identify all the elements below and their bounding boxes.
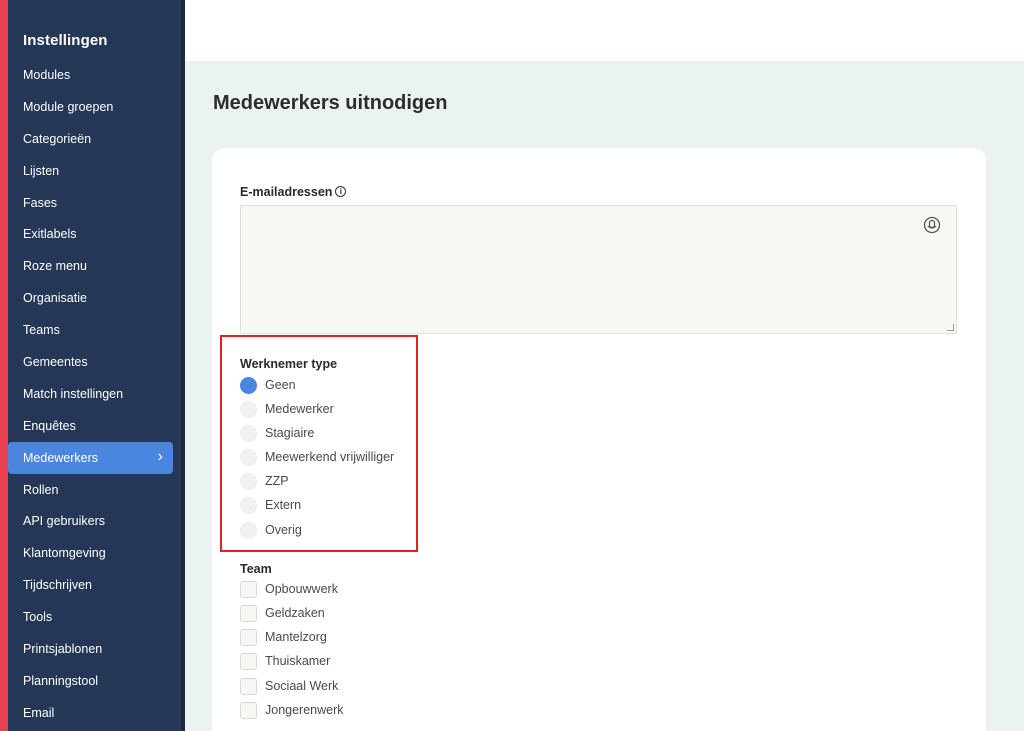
page-title: Medewerkers uitnodigen bbox=[213, 92, 448, 114]
radio-label: Geen bbox=[265, 378, 296, 392]
sidebar-item-label: Modules bbox=[23, 67, 71, 82]
sidebar-item-teams[interactable]: Teams bbox=[8, 314, 184, 346]
checkbox[interactable] bbox=[240, 677, 257, 695]
sidebar-item-organisatie[interactable]: Organisatie bbox=[8, 282, 184, 314]
radio-button[interactable] bbox=[240, 521, 257, 539]
sidebar-item-label: Teams bbox=[23, 323, 60, 338]
checkbox[interactable] bbox=[240, 652, 257, 670]
radio-button[interactable] bbox=[240, 424, 257, 442]
sidebar-item-label: Exitlabels bbox=[23, 227, 77, 242]
sidebar-item-label: Medewerkers bbox=[23, 450, 99, 465]
sidebar-title: Instellingen bbox=[23, 32, 108, 49]
radio-option-zzp[interactable]: ZZP bbox=[240, 472, 289, 490]
email-field-label: E-mailadressen i bbox=[240, 185, 347, 199]
email-textarea[interactable] bbox=[240, 205, 957, 334]
sidebar-item-exitlabels[interactable]: Exitlabels bbox=[8, 218, 184, 250]
sidebar-item-tijdschrijven[interactable]: Tijdschrijven bbox=[8, 569, 184, 601]
sidebar-item-modules[interactable]: Modules bbox=[8, 59, 184, 91]
email-label-text: E-mailadressen bbox=[240, 185, 333, 199]
radio-button[interactable] bbox=[240, 496, 257, 514]
sidebar-item-lijsten[interactable]: Lijsten bbox=[8, 155, 184, 187]
radio-button[interactable] bbox=[240, 376, 257, 394]
sidebar-item-label: Tools bbox=[23, 610, 53, 625]
sidebar-item-match-instellingen[interactable]: Match instellingen bbox=[8, 378, 184, 410]
sidebar-item-api-gebruikers[interactable]: API gebruikers bbox=[8, 505, 184, 537]
sidebar-item-label: Match instellingen bbox=[23, 386, 124, 401]
radio-option-medewerker[interactable]: Medewerker bbox=[240, 400, 334, 418]
sidebar-item-label: Gemeentes bbox=[23, 354, 88, 369]
sidebar-item-module-groepen[interactable]: Module groepen bbox=[8, 91, 184, 123]
info-icon[interactable]: i bbox=[335, 186, 347, 197]
top-bar bbox=[185, 0, 1024, 62]
sidebar-item-gemeentes[interactable]: Gemeentes bbox=[8, 346, 184, 378]
sidebar-item-rollen[interactable]: Rollen bbox=[8, 474, 184, 506]
checkbox-option-sociaal-werk[interactable]: Sociaal Werk bbox=[240, 677, 338, 695]
checkbox-option-thuiskamer[interactable]: Thuiskamer bbox=[240, 652, 330, 670]
sidebar-item-label: Rollen bbox=[23, 482, 59, 497]
radio-label: Stagiaire bbox=[265, 426, 315, 440]
radio-option-overig[interactable]: Overig bbox=[240, 521, 302, 539]
sidebar-nav: Modules Module groepen Categorieën Lijst… bbox=[8, 59, 184, 729]
sidebar-item-label: Fases bbox=[23, 195, 58, 210]
radio-label: Extern bbox=[265, 498, 302, 512]
checkbox-label: Mantelzorg bbox=[265, 630, 327, 644]
sidebar-item-label: API gebruikers bbox=[23, 514, 105, 529]
radio-button[interactable] bbox=[240, 448, 257, 466]
sidebar-item-medewerkers[interactable]: Medewerkers › bbox=[8, 441, 173, 474]
microphone-icon[interactable] bbox=[923, 216, 941, 234]
sidebar-divider bbox=[181, 0, 185, 731]
sidebar-item-label: Enquêtes bbox=[23, 418, 76, 433]
sidebar-item-label: Roze menu bbox=[23, 259, 87, 274]
checkbox[interactable] bbox=[240, 580, 257, 598]
resize-grip[interactable] bbox=[947, 324, 954, 331]
sidebar-item-label: Tijdschrijven bbox=[23, 578, 93, 593]
checkbox-option-mantelzorg[interactable]: Mantelzorg bbox=[240, 628, 327, 646]
checkbox-label: Opbouwwerk bbox=[265, 582, 338, 596]
sidebar-item-printsjablonen[interactable]: Printsjablonen bbox=[8, 633, 184, 665]
sidebar-item-fases[interactable]: Fases bbox=[8, 187, 184, 219]
sidebar: Instellingen Modules Module groepen Cate… bbox=[8, 0, 184, 731]
checkbox-label: Sociaal Werk bbox=[265, 679, 339, 693]
radio-button[interactable] bbox=[240, 472, 257, 490]
checkbox-option-opbouwwerk[interactable]: Opbouwwerk bbox=[240, 580, 338, 598]
radio-label: ZZP bbox=[265, 474, 289, 488]
radio-option-extern[interactable]: Extern bbox=[240, 496, 301, 514]
radio-option-stagiaire[interactable]: Stagiaire bbox=[240, 424, 314, 442]
sidebar-item-enquetes[interactable]: Enquêtes bbox=[8, 410, 184, 442]
sidebar-item-label: Klantomgeving bbox=[23, 546, 106, 561]
checkbox[interactable] bbox=[240, 604, 257, 622]
checkbox-label: Geldzaken bbox=[265, 606, 325, 620]
chevron-right-icon: › bbox=[157, 447, 163, 465]
checkbox-option-geldzaken[interactable]: Geldzaken bbox=[240, 604, 325, 622]
radio-label: Overig bbox=[265, 523, 302, 537]
radio-label: Medewerker bbox=[265, 402, 334, 416]
sidebar-item-tools[interactable]: Tools bbox=[8, 601, 184, 633]
sidebar-item-label: Module groepen bbox=[23, 99, 114, 114]
sidebar-item-email[interactable]: Email bbox=[8, 697, 184, 729]
sidebar-item-label: Categorieën bbox=[23, 131, 92, 146]
team-label: Team bbox=[240, 562, 272, 576]
sidebar-item-roze-menu[interactable]: Roze menu bbox=[8, 250, 184, 282]
radio-option-geen[interactable]: Geen bbox=[240, 376, 296, 394]
sidebar-item-label: Lijsten bbox=[23, 163, 60, 178]
sidebar-item-label: Organisatie bbox=[23, 291, 87, 306]
radio-button[interactable] bbox=[240, 400, 257, 418]
checkbox-option-jongerenwerk[interactable]: Jongerenwerk bbox=[240, 701, 344, 719]
checkbox[interactable] bbox=[240, 628, 257, 646]
checkbox-label: Thuiskamer bbox=[265, 654, 331, 668]
employee-type-label: Werknemer type bbox=[240, 357, 338, 371]
checkbox-label: Jongerenwerk bbox=[265, 703, 344, 717]
checkbox[interactable] bbox=[240, 701, 257, 719]
sidebar-item-label: Planningstool bbox=[23, 673, 99, 688]
brand-accent-strip bbox=[0, 0, 8, 731]
sidebar-item-categorieen[interactable]: Categorieën bbox=[8, 123, 184, 155]
sidebar-item-label: Printsjablonen bbox=[23, 641, 103, 656]
radio-label: Meewerkend vrijwilliger bbox=[265, 450, 395, 464]
sidebar-item-klantomgeving[interactable]: Klantomgeving bbox=[8, 537, 184, 569]
radio-option-meewerkend-vrijwilliger[interactable]: Meewerkend vrijwilliger bbox=[240, 448, 394, 466]
sidebar-item-label: Email bbox=[23, 705, 55, 720]
sidebar-item-planningstool[interactable]: Planningstool bbox=[8, 665, 184, 697]
